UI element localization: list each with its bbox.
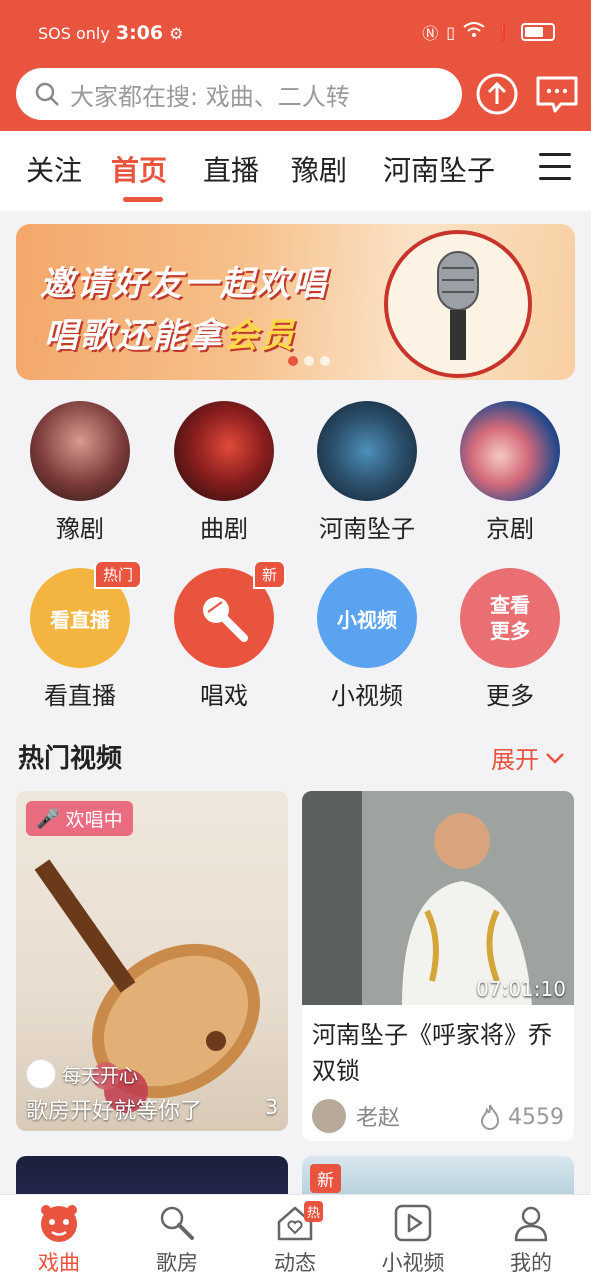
user-icon xyxy=(509,1201,553,1245)
menu-icon[interactable] xyxy=(539,153,571,181)
banner-line-2: 唱歌还能拿会员 xyxy=(44,316,296,356)
genre-label: 豫剧 xyxy=(56,515,104,543)
nfc-icon: Ⓝ xyxy=(422,24,439,43)
new-badge: 新 xyxy=(310,1164,341,1193)
video-card-karaoke-room[interactable]: 🎤 欢唱中 每天开心 歌房开好就等你了 3 xyxy=(16,791,288,1131)
home-heart-icon: 热 xyxy=(273,1201,323,1245)
category-tabs: 关注 首页 直播 豫剧 河南坠子 xyxy=(0,131,591,211)
carrier-text: SOS only xyxy=(38,23,110,43)
nav-label: 戏曲 xyxy=(38,1251,80,1275)
action-label: 更多 xyxy=(486,682,534,710)
battery-icon xyxy=(521,23,555,41)
genre-image xyxy=(460,401,560,501)
tab-live[interactable]: 直播 xyxy=(203,149,259,189)
expand-button[interactable]: 展开 xyxy=(491,740,565,775)
avatar xyxy=(26,1059,56,1089)
action-label: 看直播 xyxy=(44,682,116,710)
more-circle: 查看更多 xyxy=(460,568,560,668)
hot-badge: 热门 xyxy=(93,560,142,589)
hot-badge: 热 xyxy=(303,1201,323,1222)
action-short-video[interactable]: 小视频 小视频 xyxy=(302,568,432,711)
genre-henan-zhuizi[interactable]: 河南坠子 xyxy=(302,401,432,544)
nav-short-video[interactable]: 小视频 xyxy=(354,1201,472,1277)
genre-image xyxy=(174,401,274,501)
chevron-down-icon xyxy=(546,752,564,764)
action-label: 小视频 xyxy=(331,682,403,710)
microphone-icon xyxy=(155,1201,199,1245)
action-sing-opera[interactable]: 新 唱戏 xyxy=(159,560,289,711)
genre-label: 京剧 xyxy=(486,515,534,543)
room-owner: 每天开心 xyxy=(26,1059,138,1089)
live-circle: 看直播 热门 xyxy=(30,560,142,668)
search-icon xyxy=(35,82,59,106)
section-title: 热门视频 xyxy=(18,744,123,774)
genre-image xyxy=(317,401,417,501)
nav-label: 小视频 xyxy=(381,1251,445,1275)
upload-icon[interactable] xyxy=(474,72,520,116)
video-duration: 07:01:10 xyxy=(476,977,566,1001)
genre-yu-opera[interactable]: 豫剧 xyxy=(15,401,145,544)
tab-yu-opera[interactable]: 豫剧 xyxy=(291,149,347,189)
settings-icon: ⚙ xyxy=(169,23,184,43)
card-title: 河南坠子《呼家将》乔双锁 xyxy=(312,1021,552,1085)
nav-profile[interactable]: 我的 xyxy=(472,1201,590,1277)
wifi-icon xyxy=(463,21,485,43)
nav-karaoke[interactable]: 歌房 xyxy=(118,1201,236,1277)
banner-pagination xyxy=(288,356,330,366)
message-icon[interactable] xyxy=(534,72,580,116)
nav-label: 动态 xyxy=(274,1251,316,1275)
heat-count: 4559 xyxy=(478,1103,564,1131)
status-bar: SOS only 3:06 ⚙ Ⓝ ▯ ❗ xyxy=(0,0,591,66)
genre-qu-opera[interactable]: 曲剧 xyxy=(159,401,289,544)
action-more[interactable]: 查看更多 更多 xyxy=(445,568,575,711)
clock: 3:06 xyxy=(115,22,164,44)
author: 老赵 xyxy=(312,1099,400,1133)
genre-label: 河南坠子 xyxy=(319,515,415,543)
bottom-nav: 戏曲 歌房 热 动态 小视频 我的 xyxy=(0,1194,591,1280)
play-icon xyxy=(391,1201,435,1245)
opera-mask-icon xyxy=(37,1201,81,1245)
search-placeholder: 大家都在搜: 戏曲、二人转 xyxy=(70,82,350,111)
video-card-henan-zhuizi[interactable]: 07:01:10 河南坠子《呼家将》乔双锁 老赵 4559 xyxy=(302,791,574,1141)
genre-label: 曲剧 xyxy=(200,515,248,543)
new-badge: 新 xyxy=(252,560,286,589)
banner-dot xyxy=(304,356,314,366)
sing-circle: 新 xyxy=(174,560,286,668)
tab-henan-zhuizi[interactable]: 河南坠子 xyxy=(383,149,495,189)
banner-dot xyxy=(288,356,298,366)
action-label: 唱戏 xyxy=(200,682,248,710)
genre-image xyxy=(30,401,130,501)
video-thumbnail: 07:01:10 xyxy=(302,791,574,1005)
flame-icon xyxy=(480,1104,500,1130)
avatar xyxy=(312,1099,346,1133)
nav-label: 我的 xyxy=(510,1251,552,1275)
nav-feed[interactable]: 热 动态 xyxy=(236,1201,354,1277)
listener-count: 3 xyxy=(265,1095,278,1119)
vibrate-icon: ▯ xyxy=(446,22,456,42)
short-video-circle: 小视频 xyxy=(317,568,417,668)
app-header: SOS only 3:06 ⚙ Ⓝ ▯ ❗ 大家都在搜: 戏曲、二人转 xyxy=(0,0,591,131)
microphone-icon xyxy=(203,597,248,642)
singing-tag: 🎤 欢唱中 xyxy=(26,801,133,836)
genre-peking-opera[interactable]: 京剧 xyxy=(445,401,575,544)
nav-label: 歌房 xyxy=(156,1251,198,1275)
alert-icon: ❗ xyxy=(493,22,513,42)
tab-follow[interactable]: 关注 xyxy=(26,149,82,189)
microphone-icon: 🎤 xyxy=(36,808,60,830)
active-tab-indicator xyxy=(123,197,163,202)
nav-opera[interactable]: 戏曲 xyxy=(0,1201,118,1277)
search-bar[interactable]: 大家都在搜: 戏曲、二人转 xyxy=(16,68,462,120)
banner-dot xyxy=(320,356,330,366)
promo-banner[interactable]: 邀请好友一起欢唱 唱歌还能拿会员 xyxy=(16,224,575,380)
banner-line-1: 邀请好友一起欢唱 xyxy=(40,264,328,304)
action-watch-live[interactable]: 看直播 热门 看直播 xyxy=(15,560,145,711)
tab-home[interactable]: 首页 xyxy=(111,149,167,189)
card-title: 歌房开好就等你了 xyxy=(26,1099,203,1124)
microphone-illustration xyxy=(384,230,532,378)
